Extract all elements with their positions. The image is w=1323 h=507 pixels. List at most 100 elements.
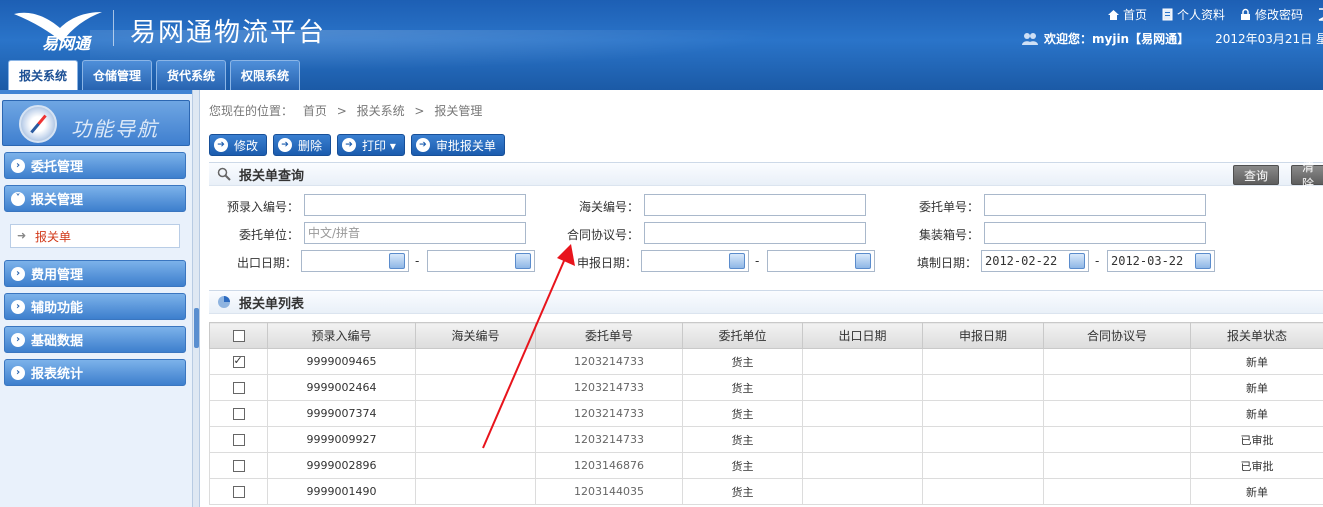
cell-status: 新单 xyxy=(1190,348,1323,375)
sidebar-menu-reports[interactable]: › 报表统计 xyxy=(4,359,186,386)
col-header[interactable]: 合同协议号 xyxy=(1043,322,1191,349)
calendar-icon[interactable] xyxy=(389,253,405,269)
row-checkbox[interactable] xyxy=(232,460,245,472)
cell-client: 货主 xyxy=(682,400,803,427)
compass-icon xyxy=(19,105,57,143)
splitter-handle[interactable] xyxy=(194,308,199,348)
calendar-icon[interactable] xyxy=(1069,253,1085,269)
table-row[interactable]: 9999007374 1203214733 货主 新单 xyxy=(209,400,1323,427)
breadcrumb-current: 报关管理 xyxy=(434,104,483,118)
pre-entry-no-label: 预录入编号： xyxy=(226,200,299,214)
sidebar-menu-label: 辅助功能 xyxy=(31,301,84,316)
approve-button-label: 审批报关单 xyxy=(435,138,496,153)
approve-button[interactable]: ➔ 审批报关单 xyxy=(410,134,505,156)
cell-pre-no: 9999007374 xyxy=(267,400,416,427)
toolbar: ➔ 修改 ➔ 删除 ➔ 打印 ▾ ➔ 审批报关单 xyxy=(209,134,505,156)
breadcrumb-customs[interactable]: 报关系统 xyxy=(357,104,405,118)
col-header[interactable]: 出口日期 xyxy=(802,322,923,349)
table-row[interactable]: 9999009927 1203214733 货主 已审批 xyxy=(209,426,1323,453)
welcome-text: 欢迎您：myjin【易网通】 xyxy=(1044,32,1190,46)
cell-client: 货主 xyxy=(682,348,803,375)
tab-warehouse[interactable]: 仓储管理 xyxy=(82,60,153,90)
sidebar-menu-auxiliary[interactable]: › 辅助功能 xyxy=(4,293,186,320)
sidebar-splitter[interactable] xyxy=(192,90,200,507)
profile-link-label: 个人资料 xyxy=(1176,8,1225,22)
contract-no-input[interactable] xyxy=(644,222,866,244)
cell-export-date xyxy=(802,478,923,505)
select-all-header[interactable] xyxy=(209,322,268,349)
cell-pre-no: 9999002464 xyxy=(267,374,416,401)
sidebar-menu-label: 基础数据 xyxy=(31,334,84,349)
cell-declare-date xyxy=(922,374,1044,401)
table-row[interactable]: 9999009465 1203214733货主 新单 xyxy=(209,348,1323,375)
tab-customs[interactable]: 报关系统 xyxy=(8,60,79,90)
query-panel-header: 报关单查询 查询 清除 xyxy=(209,160,1323,191)
clear-button[interactable]: 清除 xyxy=(1291,160,1323,191)
calendar-icon[interactable] xyxy=(855,253,871,269)
search-button[interactable]: 查询 xyxy=(1233,165,1280,185)
cell-export-date xyxy=(802,348,923,375)
tab-permissions[interactable]: 权限系统 xyxy=(230,60,301,90)
cell-customs-no xyxy=(415,452,536,479)
declaration-table: 预录入编号 海关编号 委托单号 委托单位 出口日期 申报日期 合同协议号 报关单… xyxy=(209,322,1323,505)
row-checkbox[interactable] xyxy=(232,354,245,368)
top-links: 首页 个人资料 修改密码 xyxy=(1107,6,1323,23)
expand-icon: › xyxy=(11,158,25,173)
select-all-checkbox[interactable] xyxy=(232,330,245,342)
home-link[interactable]: 首页 xyxy=(1107,6,1147,23)
row-checkbox[interactable] xyxy=(232,382,245,394)
table-row[interactable]: 9999002464 1203214733 货主 新单 xyxy=(209,374,1323,401)
sidebar-menu-commission[interactable]: › 委托管理 xyxy=(4,152,186,179)
system-tabs: 报关系统 仓储管理 货代系统 权限系统 xyxy=(8,60,301,90)
row-checkbox[interactable] xyxy=(232,434,245,446)
pie-chart-icon xyxy=(218,296,230,308)
calendar-icon[interactable] xyxy=(729,253,745,269)
sidebar-menu-customs[interactable]: ˅ 报关管理 xyxy=(4,185,186,212)
breadcrumb-home[interactable]: 首页 xyxy=(303,104,327,118)
pre-entry-no-input[interactable] xyxy=(304,194,526,216)
table-row[interactable]: 9999001490 1203144035 货主 新单 xyxy=(209,478,1323,505)
col-header[interactable]: 预录入编号 xyxy=(267,322,416,349)
cell-customs-no xyxy=(415,426,536,453)
cell-customs-no xyxy=(415,348,536,375)
calendar-icon[interactable] xyxy=(515,253,531,269)
cell-order-no: 1203146876 xyxy=(535,452,683,479)
delete-button[interactable]: ➔ 删除 xyxy=(273,134,332,156)
cell-contract xyxy=(1043,348,1191,375)
row-select-cell xyxy=(209,374,268,401)
change-password-link[interactable]: 修改密码 xyxy=(1239,6,1303,23)
arrow-right-icon: ➜ xyxy=(17,229,27,242)
cell-pre-no: 9999009927 xyxy=(267,426,416,453)
col-header[interactable]: 海关编号 xyxy=(415,322,536,349)
sidebar-subitem-declaration[interactable]: ➜ 报关单 xyxy=(10,224,180,248)
customs-no-input[interactable] xyxy=(644,194,866,216)
profile-link[interactable]: 个人资料 xyxy=(1161,6,1225,23)
col-header[interactable]: 委托单号 xyxy=(535,322,683,349)
print-button[interactable]: ➔ 打印 ▾ xyxy=(337,134,405,156)
client-input[interactable] xyxy=(304,222,526,244)
row-select-cell xyxy=(209,400,268,427)
print-button-label: 打印 ▾ xyxy=(362,138,396,153)
breadcrumb-sep: > xyxy=(336,104,347,118)
row-checkbox[interactable] xyxy=(232,486,245,498)
container-no-input[interactable] xyxy=(984,222,1206,244)
change-password-label: 修改密码 xyxy=(1254,8,1303,22)
sidebar-menu-fees[interactable]: › 费用管理 xyxy=(4,260,186,287)
col-header[interactable]: 申报日期 xyxy=(922,322,1044,349)
customs-no-label: 海关编号： xyxy=(578,200,639,214)
cell-pre-no: 9999009465 xyxy=(267,348,416,375)
cell-order-no: 1203144035 xyxy=(535,478,683,505)
table-row[interactable]: 9999002896 1203146876 货主 已审批 xyxy=(209,452,1323,479)
row-checkbox[interactable] xyxy=(232,408,245,420)
logout-link[interactable] xyxy=(1317,6,1323,23)
col-header[interactable]: 委托单位 xyxy=(682,322,803,349)
tab-forwarding[interactable]: 货代系统 xyxy=(156,60,227,90)
sidebar-menu-basedata[interactable]: › 基础数据 xyxy=(4,326,186,353)
col-header[interactable]: 报关单状态 xyxy=(1190,322,1323,349)
cell-customs-no xyxy=(415,400,536,427)
edit-button[interactable]: ➔ 修改 xyxy=(209,134,268,156)
calendar-icon[interactable] xyxy=(1195,253,1211,269)
order-no-input[interactable] xyxy=(984,194,1206,216)
arrow-circle-icon: ➔ xyxy=(415,138,430,152)
sidebar-menu-label: 费用管理 xyxy=(31,268,84,283)
